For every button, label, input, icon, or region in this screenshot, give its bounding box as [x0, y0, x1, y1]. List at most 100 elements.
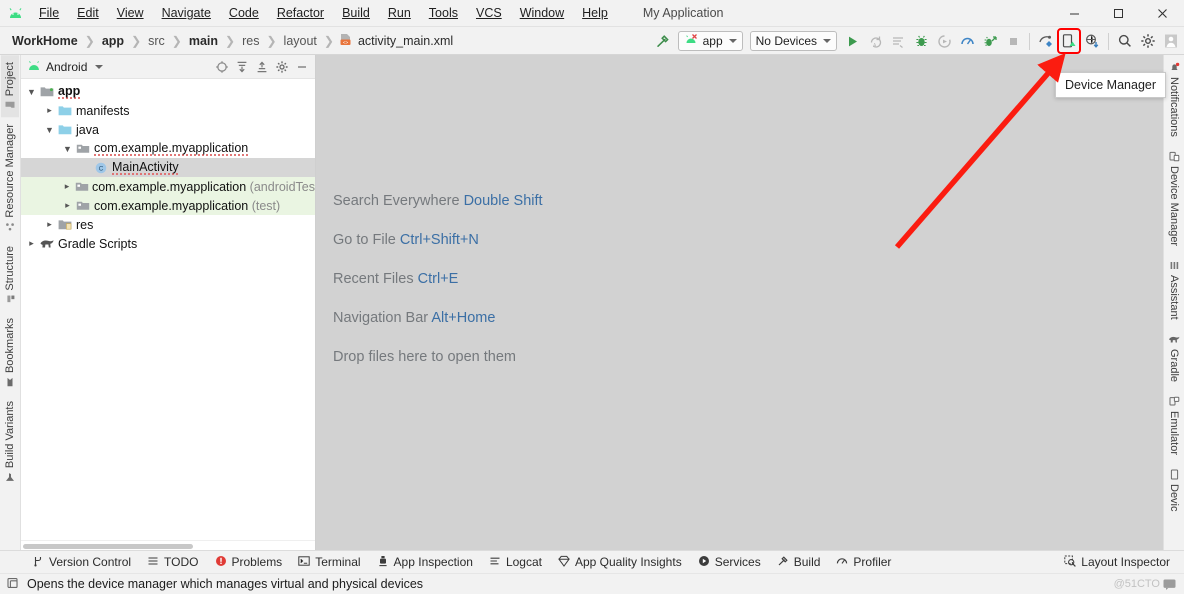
status-item-services[interactable]: Services: [690, 553, 769, 572]
sidebar-item-notifications[interactable]: Notifications: [1165, 55, 1183, 144]
menu-run[interactable]: Run: [379, 3, 420, 23]
settings-button[interactable]: [1137, 29, 1159, 53]
tree-label-manifests: manifests: [76, 103, 130, 118]
emulator-icon: [1169, 396, 1180, 407]
sidebar-item-gradle[interactable]: Gradle: [1165, 327, 1184, 389]
chevron-right-icon[interactable]: ▸: [25, 238, 38, 249]
welcome-label-search-everywhere: Search Everywhere: [333, 193, 464, 209]
status-item-problems[interactable]: Problems: [207, 553, 291, 572]
menu-refactor[interactable]: Refactor: [268, 3, 333, 23]
select-opened-file-button[interactable]: [213, 58, 231, 76]
menu-help[interactable]: Help: [573, 3, 617, 23]
project-tree[interactable]: ▼ app ▸ manifests ▼ java ▼ com.example.m…: [21, 79, 315, 540]
menu-edit[interactable]: Edit: [68, 3, 108, 23]
breadcrumb-res[interactable]: res: [240, 33, 261, 49]
run-button[interactable]: [841, 29, 863, 53]
stop-button[interactable]: [1002, 29, 1024, 53]
tree-row-res[interactable]: ▸ res: [21, 215, 315, 234]
menu-navigate[interactable]: Navigate: [153, 3, 220, 23]
apply-changes-button[interactable]: [887, 29, 909, 53]
status-item-logcat[interactable]: Logcat: [481, 553, 550, 572]
package-icon: [74, 142, 92, 155]
tree-label-java: java: [76, 122, 99, 137]
sidebar-item-build-variants[interactable]: Build Variants: [1, 394, 19, 489]
debug-button[interactable]: [910, 29, 932, 53]
menu-file[interactable]: File: [30, 3, 68, 23]
breadcrumb-app[interactable]: app: [100, 33, 126, 49]
services-play-icon: [698, 555, 710, 570]
menu-window-label: Window: [519, 6, 565, 20]
status-item-profiler[interactable]: Profiler: [828, 553, 899, 572]
menu-vcs[interactable]: VCS: [467, 3, 511, 23]
breadcrumb-layout[interactable]: layout: [282, 33, 319, 49]
minimize-button[interactable]: [1052, 0, 1096, 27]
tree-row-package-androidtest[interactable]: ▸ com.example.myapplication (androidTes: [21, 177, 315, 196]
tree-row-package-test[interactable]: ▸ com.example.myapplication (test): [21, 196, 315, 215]
rerun-button[interactable]: A: [864, 29, 886, 53]
menu-view[interactable]: View: [108, 3, 153, 23]
chevron-down-icon[interactable]: [95, 64, 104, 69]
tree-row-gradle-scripts[interactable]: ▸ Gradle Scripts: [21, 234, 315, 253]
panel-settings-button[interactable]: [273, 58, 291, 76]
menu-window[interactable]: Window: [511, 3, 573, 23]
breadcrumb-main[interactable]: main: [187, 33, 220, 49]
sidebar-item-emulator[interactable]: Emulator: [1165, 389, 1183, 462]
chevron-down-icon[interactable]: ▼: [61, 144, 74, 154]
status-label-todo: TODO: [164, 555, 199, 569]
sdk-manager-button[interactable]: [1035, 29, 1057, 53]
tree-row-manifests[interactable]: ▸ manifests: [21, 101, 315, 120]
sidebar-item-device[interactable]: Devic: [1165, 462, 1183, 519]
diamond-insights-icon: [557, 555, 570, 570]
breadcrumb-src[interactable]: src: [146, 33, 167, 49]
chevron-right-icon[interactable]: ▸: [43, 105, 56, 116]
project-view-selector-label[interactable]: Android: [46, 60, 87, 74]
gauge-profiler-icon: [836, 555, 848, 570]
sidebar-item-structure[interactable]: Structure: [1, 239, 19, 312]
project-tree-horizontal-scrollbar[interactable]: [21, 540, 315, 550]
device-selector[interactable]: No Devices: [749, 31, 837, 51]
run-with-coverage-button[interactable]: [933, 29, 955, 53]
sidebar-item-resource-manager[interactable]: Resource Manager: [1, 117, 19, 239]
device-manager-button[interactable]: [1057, 28, 1081, 54]
tree-row-app[interactable]: ▼ app: [21, 82, 315, 101]
avd-download-button[interactable]: [1081, 29, 1103, 53]
chevron-down-icon[interactable]: ▼: [25, 87, 38, 97]
menu-build[interactable]: Build: [333, 3, 379, 23]
welcome-line-recent-files: Recent Files Ctrl+E: [333, 271, 543, 287]
sidebar-item-bookmarks[interactable]: Bookmarks: [1, 311, 19, 394]
breadcrumb-activity-main-xml[interactable]: activity_main.xml: [356, 33, 455, 49]
hide-panel-button[interactable]: [293, 58, 311, 76]
expand-all-button[interactable]: [233, 58, 251, 76]
status-item-app-inspection[interactable]: App Inspection: [369, 553, 481, 572]
account-button[interactable]: [1160, 29, 1182, 53]
maximize-button[interactable]: [1096, 0, 1140, 27]
status-item-todo[interactable]: TODO: [139, 553, 206, 572]
chevron-down-icon[interactable]: ▼: [43, 125, 56, 135]
sidebar-item-device-manager[interactable]: Device Manager: [1165, 144, 1183, 253]
status-item-version-control[interactable]: Version Control: [24, 553, 139, 572]
status-item-app-quality-insights[interactable]: App Quality Insights: [550, 553, 690, 572]
breadcrumb-workhome[interactable]: WorkHome: [10, 33, 80, 49]
chevron-right-icon[interactable]: ▸: [61, 181, 73, 192]
sidebar-item-project[interactable]: Project: [1, 55, 19, 118]
tree-row-package-main[interactable]: ▼ com.example.myapplication: [21, 139, 315, 158]
status-label-logcat: Logcat: [505, 555, 542, 569]
attach-debugger-button[interactable]: [979, 29, 1001, 53]
menu-tools[interactable]: Tools: [420, 3, 467, 23]
collapse-all-button[interactable]: [253, 58, 271, 76]
status-item-terminal[interactable]: Terminal: [290, 553, 368, 572]
tree-row-java[interactable]: ▼ java: [21, 120, 315, 139]
profiler-button[interactable]: [956, 29, 978, 53]
status-item-build[interactable]: Build: [769, 553, 829, 572]
hammer-build-icon[interactable]: [652, 29, 674, 53]
close-button[interactable]: [1140, 0, 1184, 27]
sidebar-item-assistant[interactable]: Assistant: [1165, 253, 1183, 327]
search-button[interactable]: [1114, 29, 1136, 53]
status-item-layout-inspector[interactable]: Layout Inspector: [1056, 553, 1178, 572]
menu-code[interactable]: Code: [220, 3, 268, 23]
chevron-right-icon[interactable]: ▸: [43, 219, 56, 230]
gradle-elephant-icon: [38, 237, 56, 250]
tree-row-mainactivity[interactable]: C MainActivity: [21, 158, 315, 177]
run-configuration-selector[interactable]: app: [677, 31, 743, 51]
chevron-right-icon[interactable]: ▸: [61, 200, 74, 211]
